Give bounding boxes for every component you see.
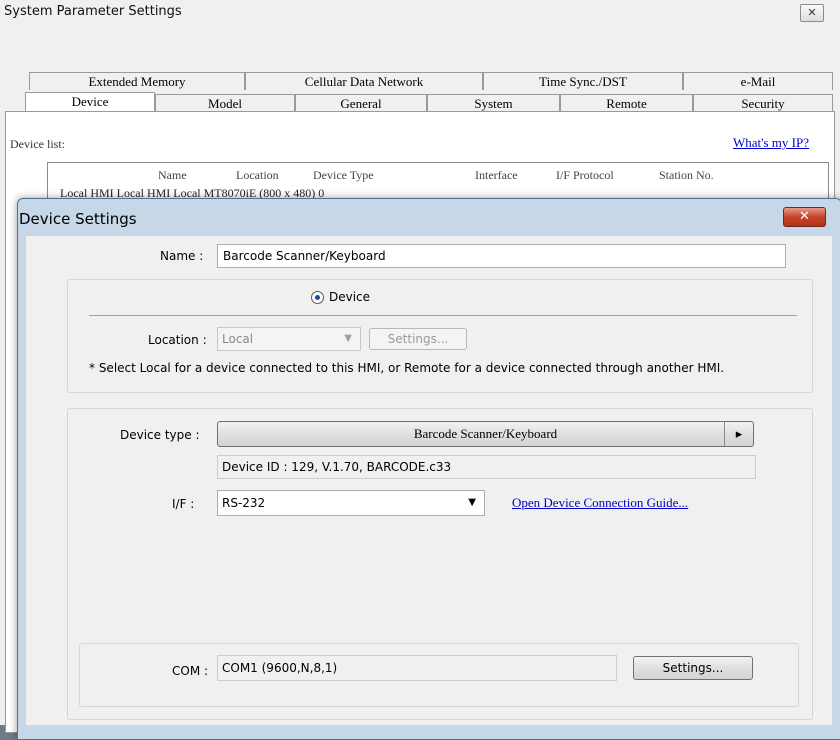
if-chevron-down-icon: ▼	[468, 497, 476, 508]
device-radio-label: Device	[329, 290, 371, 304]
com-settings-button[interactable]: Settings...	[633, 656, 753, 680]
tab-time-sync-dst[interactable]: Time Sync./DST	[483, 72, 683, 90]
tab-device[interactable]: Device	[25, 92, 155, 112]
dialog-close-icon[interactable]: ✕	[783, 207, 826, 227]
whats-my-ip-link[interactable]: What's my IP?	[733, 135, 809, 151]
tab-remote[interactable]: Remote	[560, 94, 693, 112]
tab-security[interactable]: Security	[693, 94, 833, 112]
device-radio[interactable]	[311, 291, 324, 304]
com-label: COM :	[172, 664, 209, 678]
column-header-name[interactable]: Name	[158, 168, 187, 183]
location-value: Local	[222, 332, 254, 346]
device-type-arrow-icon: ▸	[724, 422, 753, 446]
tab-cellular-data-network[interactable]: Cellular Data Network	[245, 72, 483, 90]
location-separator	[89, 315, 797, 316]
open-device-connection-guide-link[interactable]: Open Device Connection Guide...	[512, 495, 688, 511]
location-settings-button[interactable]: Settings...	[369, 328, 467, 350]
device-id-field: Device ID : 129, V.1.70, BARCODE.c33	[217, 455, 756, 479]
device-type-value: Barcode Scanner/Keyboard	[413, 426, 558, 441]
name-field[interactable]: Barcode Scanner/Keyboard	[217, 244, 786, 268]
name-label: Name :	[160, 249, 204, 263]
outer-title-bar: System Parameter Settings ✕	[0, 0, 840, 24]
location-label: Location :	[148, 333, 207, 347]
tab-extended-memory[interactable]: Extended Memory	[29, 72, 245, 90]
if-label: I/F :	[172, 497, 195, 511]
device-type-label: Device type :	[120, 428, 200, 442]
column-header-device-type[interactable]: Device Type	[313, 168, 374, 183]
column-header-station-no[interactable]: Station No.	[659, 168, 714, 183]
device-list-label: Device list:	[10, 137, 65, 151]
location-chevron-down-icon: ▼	[344, 333, 352, 344]
com-field: COM1 (9600,N,8,1)	[217, 655, 617, 681]
tab-e-mail[interactable]: e-Mail	[683, 72, 833, 90]
device-settings-title: Device Settings	[19, 210, 137, 228]
tab-general[interactable]: General	[295, 94, 427, 112]
tab-model[interactable]: Model	[155, 94, 295, 112]
if-value: RS-232	[222, 496, 266, 510]
location-select[interactable]: Local ▼	[217, 327, 361, 351]
tab-system[interactable]: System	[427, 94, 560, 112]
outer-close-icon[interactable]: ✕	[800, 4, 824, 22]
column-header-if-protocol[interactable]: I/F Protocol	[556, 168, 614, 183]
column-header-location[interactable]: Location	[236, 168, 279, 183]
outer-window-title: System Parameter Settings	[4, 4, 182, 19]
if-select[interactable]: RS-232 ▼	[217, 490, 485, 516]
device-type-button[interactable]: Barcode Scanner/Keyboard ▸	[217, 421, 754, 447]
column-header-interface[interactable]: Interface	[475, 168, 518, 183]
location-note: * Select Local for a device connected to…	[89, 361, 725, 375]
